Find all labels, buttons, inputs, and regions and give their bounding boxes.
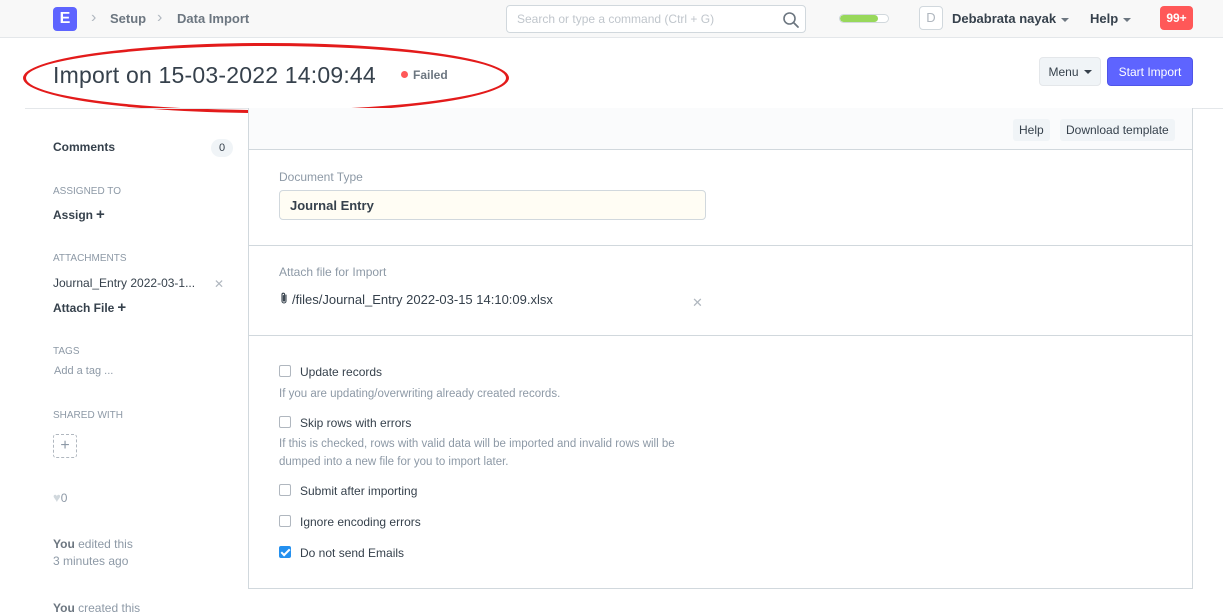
timeline-action: created this xyxy=(78,601,141,615)
checkbox-label: Ignore encoding errors xyxy=(300,515,421,529)
attached-file-path: /files/Journal_Entry 2022-03-15 14:10:09… xyxy=(292,292,553,307)
user-menu[interactable]: Debabrata nayak xyxy=(952,11,1070,26)
top-navbar: E › Setup › Data Import D Debabrata naya… xyxy=(0,0,1223,38)
import-form: Help Download template Document Type Att… xyxy=(248,108,1193,589)
timeline-time: 3 minutes ago xyxy=(53,554,129,568)
help-menu[interactable]: Help xyxy=(1090,11,1132,26)
chevron-right-icon: › xyxy=(157,9,163,26)
search-icon[interactable] xyxy=(781,10,801,30)
update-records-description: If you are updating/overwriting already … xyxy=(279,388,561,400)
status-indicator: Failed xyxy=(401,68,448,82)
menu-label: Menu xyxy=(1048,64,1079,79)
likes-count: 0 xyxy=(60,491,68,505)
checkbox-box[interactable] xyxy=(279,415,291,428)
likes[interactable]: ♥0 xyxy=(53,490,67,505)
avatar[interactable]: D xyxy=(919,6,943,30)
search-box xyxy=(506,5,806,33)
caret-down-icon xyxy=(1123,17,1132,22)
checkbox-label: Submit after importing xyxy=(300,484,418,498)
status-dot xyxy=(401,71,408,79)
page-title: Import on 15-03-2022 14:09:44 xyxy=(53,62,376,88)
attachment-link[interactable]: Journal_Entry 2022-03-1... xyxy=(53,276,195,290)
checkbox-box[interactable] xyxy=(279,545,291,558)
remove-attachment-icon[interactable]: ✕ xyxy=(214,277,224,291)
document-type-label: Document Type xyxy=(279,170,363,184)
document-type-input[interactable] xyxy=(279,190,706,220)
setup-progress-bar[interactable] xyxy=(839,14,889,23)
assign-label: Assign xyxy=(53,208,94,222)
attach-file-button[interactable]: Attach File + xyxy=(53,299,126,316)
status-label: Failed xyxy=(413,68,448,82)
timeline-actor: You xyxy=(53,537,75,551)
plus-icon: + xyxy=(117,299,127,316)
help-button[interactable]: Help xyxy=(1013,119,1050,141)
checkbox-label: Update records xyxy=(300,365,383,379)
download-template-button[interactable]: Download template xyxy=(1060,119,1175,141)
checkbox-label: Skip rows with errors xyxy=(300,416,412,430)
assign-button[interactable]: Assign + xyxy=(53,206,105,223)
timeline-item: You created this xyxy=(53,600,140,615)
remove-file-icon[interactable]: ✕ xyxy=(692,295,703,311)
timeline-actor: You xyxy=(53,601,75,615)
checkbox-box[interactable] xyxy=(279,483,291,496)
chevron-right-icon: › xyxy=(91,9,97,26)
caret-down-icon xyxy=(1061,17,1070,22)
assigned-to-label: ASSIGNED TO xyxy=(53,186,121,197)
plus-icon: + xyxy=(96,206,105,223)
help-label: Help xyxy=(1090,11,1119,26)
notification-badge[interactable]: 99+ xyxy=(1160,6,1193,30)
breadcrumb-setup[interactable]: Setup xyxy=(110,11,146,26)
checkbox-label: Do not send Emails xyxy=(300,546,405,560)
attach-file-label: Attach File xyxy=(53,301,115,315)
attach-file-label: Attach file for Import xyxy=(279,265,387,279)
app-logo[interactable]: E xyxy=(53,7,77,31)
add-tag-input[interactable]: Add a tag ... xyxy=(54,365,113,377)
search-input[interactable] xyxy=(507,6,767,32)
skip-rows-description: If this is checked, rows with valid data… xyxy=(279,438,675,468)
do-not-send-emails-checkbox[interactable]: Do not send Emails xyxy=(279,545,405,560)
comments-link[interactable]: Comments xyxy=(53,140,115,154)
attached-file[interactable]: /files/Journal_Entry 2022-03-15 14:10:09… xyxy=(279,292,553,307)
heart-icon: ♥ xyxy=(53,490,61,505)
user-name: Debabrata nayak xyxy=(952,11,1057,26)
section-divider xyxy=(249,335,1192,336)
progress-fill xyxy=(840,15,879,22)
shared-with-label: SHARED WITH xyxy=(53,410,123,421)
start-import-button[interactable]: Start Import xyxy=(1107,57,1193,86)
breadcrumb-data-import[interactable]: Data Import xyxy=(177,11,249,26)
caret-down-icon xyxy=(1083,70,1092,75)
add-share-button[interactable]: + xyxy=(53,434,77,458)
section-divider xyxy=(249,245,1192,246)
skip-rows-checkbox[interactable]: Skip rows with errors xyxy=(279,415,412,430)
update-records-checkbox[interactable]: Update records xyxy=(279,364,383,379)
timeline-action: edited this xyxy=(78,537,133,551)
checkbox-box[interactable] xyxy=(279,364,291,377)
attachments-label: ATTACHMENTS xyxy=(53,253,127,264)
timeline-item: You edited this 3 minutes ago xyxy=(53,536,133,570)
form-toolbar: Help Download template xyxy=(249,108,1192,150)
submit-after-importing-checkbox[interactable]: Submit after importing xyxy=(279,483,418,498)
comments-count-badge: 0 xyxy=(211,139,233,157)
menu-button[interactable]: Menu xyxy=(1039,57,1101,86)
paperclip-icon xyxy=(281,292,287,304)
tags-label: TAGS xyxy=(53,346,80,357)
ignore-encoding-errors-checkbox[interactable]: Ignore encoding errors xyxy=(279,514,421,529)
checkbox-box[interactable] xyxy=(279,514,291,527)
